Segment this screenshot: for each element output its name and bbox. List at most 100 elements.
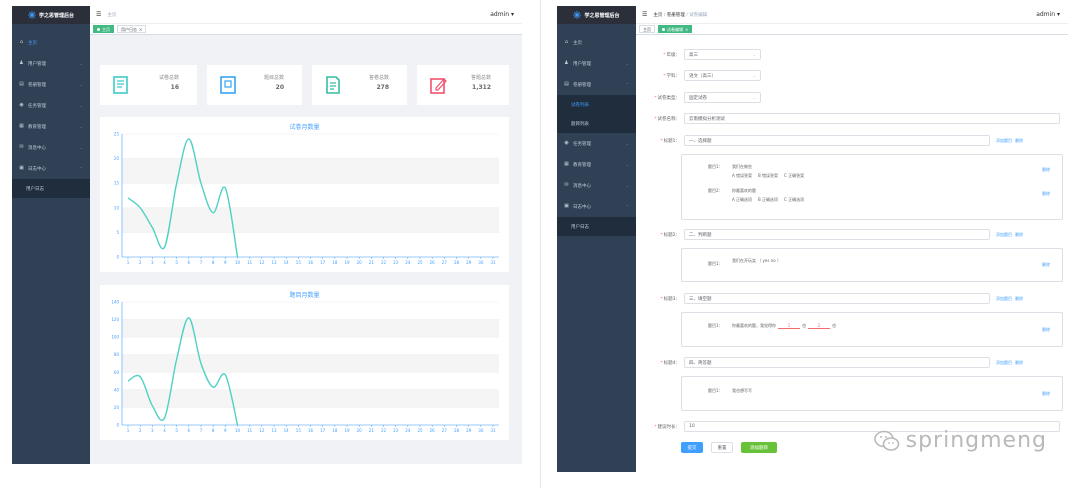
x-tick-label: 7 <box>200 428 203 433</box>
breadcrumb[interactable]: 主页 <box>107 12 116 18</box>
title-input-3[interactable]: 三、填空题 <box>684 293 990 304</box>
stat-card-answers[interactable]: 答题总数 1,312 <box>417 65 509 105</box>
title-input-4[interactable]: 四、简答题 <box>684 357 990 368</box>
delete-title-link[interactable]: 删除 <box>1015 138 1023 144</box>
sidebar-item-user-log[interactable]: 用户日志 <box>12 179 90 198</box>
user-menu[interactable]: admin ▾ <box>1036 11 1060 18</box>
x-tick-label: 19 <box>344 428 350 433</box>
sidebar-item-home[interactable]: ⌂ 主页 <box>557 32 636 53</box>
remove-question-link[interactable]: 删除 <box>1042 262 1050 268</box>
x-tick-label: 27 <box>442 428 448 433</box>
sidebar-item-tasks[interactable]: ◉ 任务管理 ⌄ <box>12 95 90 116</box>
app-logo[interactable]: 学之思管理后台 <box>557 6 636 24</box>
add-question-link[interactable]: 添加题目 <box>996 296 1012 302</box>
x-tick-label: 26 <box>430 260 436 265</box>
sidebar-item-messages[interactable]: ✉ 消息中心 ⌄ <box>557 175 636 196</box>
user-menu[interactable]: admin ▾ <box>490 11 514 18</box>
sidebar-item-exam-list[interactable]: 试卷列表 <box>557 95 636 114</box>
sidebar-item-exams[interactable]: ▤ 卷册管理 ⌄ <box>12 74 90 95</box>
answer-sheet-icon <box>326 76 340 94</box>
x-tick-label: 17 <box>320 260 326 265</box>
sidebar-item-label: 任务管理 <box>573 141 591 147</box>
exam-name-input[interactable]: 云南模拟分析测试 <box>684 113 1060 124</box>
option: A 正确选项 <box>732 197 753 202</box>
watermark: springmeng <box>873 428 1047 453</box>
stat-label: 答题总数 <box>470 75 491 81</box>
title-input-2[interactable]: 二、判断题 <box>684 229 990 240</box>
sidebar-item-logs[interactable]: ▣ 日志中心 ⌃ <box>12 158 90 179</box>
sidebar-item-user-log[interactable]: 用户日志 <box>557 217 636 236</box>
tags-view: 主页 用户日志 × <box>90 24 522 35</box>
question-label: 题目1： <box>708 261 723 266</box>
question-options: A 错误答案 B 错误答案 C 正确答案 <box>732 173 810 179</box>
sidebar-item-exams[interactable]: ▤ 卷册管理 ⌃ <box>557 74 636 95</box>
tag-label: 主页 <box>643 26 651 32</box>
tag-home[interactable]: 主页 <box>639 25 655 33</box>
title-input-1[interactable]: 一、选择题 <box>684 135 990 146</box>
x-tick-label: 8 <box>212 428 215 433</box>
remove-question-link[interactable]: 删除 <box>1042 327 1050 333</box>
add-question-button[interactable]: 添加题目 <box>741 442 777 453</box>
sidebar-item-tasks[interactable]: ◉ 任务管理 ⌄ <box>557 133 636 154</box>
sidebar-item-users[interactable]: ♟ 用户管理 ⌄ <box>12 53 90 74</box>
add-question-link[interactable]: 添加题目 <box>996 360 1012 366</box>
type-select[interactable]: 固定试卷 ⌄ <box>684 92 761 103</box>
question-text: 我们在开玩笑 （ yes no ） <box>732 258 781 263</box>
sidebar-item-messages[interactable]: ✉ 消息中心 ⌄ <box>12 137 90 158</box>
add-question-link[interactable]: 添加题目 <box>996 232 1012 238</box>
breadcrumb-exams[interactable]: 卷册管理 <box>667 13 685 18</box>
add-question-link[interactable]: 添加题目 <box>996 138 1012 144</box>
close-icon[interactable]: × <box>139 26 142 33</box>
book-icon: ▤ <box>564 81 569 87</box>
x-tick-label: 20 <box>357 428 363 433</box>
x-tick-label: 14 <box>284 428 290 433</box>
sidebar-item-home[interactable]: ⌂ 主页 <box>12 32 90 53</box>
remove-question-link[interactable]: 删除 <box>1042 191 1050 197</box>
blank-answer: 2 <box>808 323 830 329</box>
hamburger-icon[interactable]: ☰ <box>96 11 101 18</box>
x-tick-label: 11 <box>247 428 253 433</box>
left-sidebar: 学之思管理后台 ⌂ 主页 ♟ 用户管理 ⌄ ▤ 卷册管理 ⌄ ◉ 任务管理 ⌄ ▦ 教育管理 ⌄ … <box>12 6 90 464</box>
tag-home[interactable]: 主页 <box>93 25 114 33</box>
edit-icon <box>430 78 447 94</box>
remove-question-link[interactable]: 删除 <box>1042 167 1050 173</box>
delete-title-link[interactable]: 删除 <box>1015 360 1023 366</box>
caret-down-icon: ▾ <box>1056 11 1060 18</box>
delete-title-link[interactable]: 删除 <box>1015 232 1023 238</box>
breadcrumb-current: 试卷编辑 <box>689 12 708 18</box>
logo-icon <box>573 11 582 19</box>
title-label: *标题2： <box>660 232 680 238</box>
x-tick-label: 13 <box>271 428 277 433</box>
sidebar-item-logs[interactable]: ▣ 日志中心 ⌃ <box>557 196 636 217</box>
app-logo[interactable]: 学之思管理后台 <box>12 6 90 24</box>
stat-card-answer-sheets[interactable]: 答卷总数 278 <box>312 65 407 105</box>
reset-button[interactable]: 重置 <box>711 442 733 453</box>
sidebar-item-question-list[interactable]: 题目列表 <box>557 114 636 133</box>
submit-button[interactable]: 提交 <box>681 442 703 453</box>
sidebar-item-label: 试卷列表 <box>571 102 589 108</box>
stat-card-exams[interactable]: 试卷总数 16 <box>100 65 197 105</box>
close-icon[interactable]: × <box>685 26 688 33</box>
y-tick-label: 0 <box>116 423 119 428</box>
hamburger-icon[interactable]: ☰ <box>642 11 647 18</box>
remove-question-link[interactable]: 删除 <box>1042 391 1050 397</box>
grade-select[interactable]: 高三 ⌄ <box>684 49 761 60</box>
sidebar-item-education[interactable]: ▦ 教育管理 ⌄ <box>12 116 90 137</box>
tag-user-log[interactable]: 用户日志 × <box>117 25 147 33</box>
stat-card-questions[interactable]: 题目总数 20 <box>207 65 302 105</box>
tag-label: 用户日志 <box>121 26 137 32</box>
stat-value: 1,312 <box>472 84 491 91</box>
right-main: ☰ 主页 / 卷册管理 / 试卷编辑 admin ▾ 主页 试卷编辑 × *年级：… <box>636 6 1068 472</box>
name-label: *试卷名称： <box>654 116 680 122</box>
sidebar-item-label: 用户日志 <box>26 186 44 192</box>
subject-select[interactable]: 语文（高三） ⌄ <box>684 70 761 81</box>
sidebar-item-education[interactable]: ▦ 教育管理 ⌄ <box>557 154 636 175</box>
sidebar-item-users[interactable]: ♟ 用户管理 ⌄ <box>557 53 636 74</box>
tag-exam-edit[interactable]: 试卷编辑 × <box>658 25 693 33</box>
breadcrumb-home[interactable]: 主页 <box>653 13 662 18</box>
delete-title-link[interactable]: 删除 <box>1015 296 1023 302</box>
stat-value: 16 <box>170 84 179 91</box>
subject-value: 语文（高三） <box>689 73 716 79</box>
grade-label: *年级： <box>663 52 680 58</box>
form-row-title-1: *标题1： 一、选择题 添加题目 删除 <box>636 135 1023 146</box>
